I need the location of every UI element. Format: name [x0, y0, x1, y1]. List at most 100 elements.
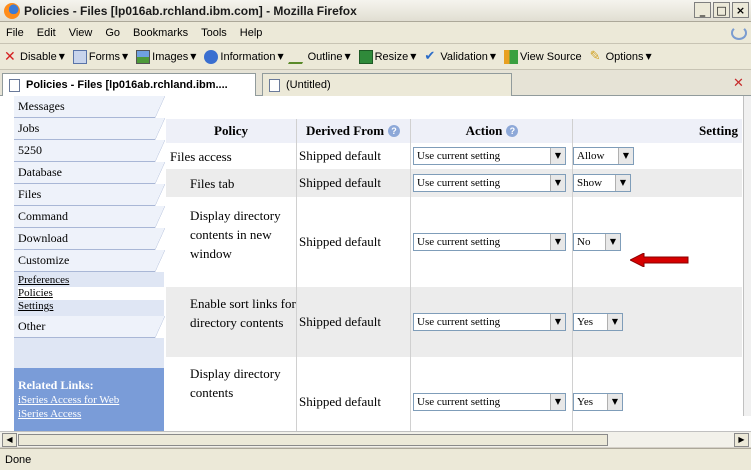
derived-from: Shipped default	[299, 394, 381, 409]
throbber-icon	[731, 26, 747, 40]
action-cell: Use current setting ▼	[413, 198, 571, 286]
setting-select[interactable]: Allow ▼	[573, 147, 634, 165]
menu-file[interactable]: File	[6, 27, 24, 39]
outline-button[interactable]: Outline ▼	[287, 49, 351, 64]
menu-edit[interactable]: Edit	[37, 27, 56, 39]
information-button[interactable]: Information ▼	[204, 49, 284, 64]
related-links: Related Links: iSeries Access for Web iS…	[14, 368, 164, 431]
nav-files[interactable]: Files	[14, 184, 165, 206]
derived-from: Shipped default	[299, 148, 381, 163]
scroll-right-arrow-icon[interactable]: ▶	[734, 433, 749, 447]
left-navigation: Messages Jobs 5250 Database Files Comman…	[14, 96, 165, 431]
setting-select[interactable]: No ▼	[573, 233, 621, 251]
disable-button[interactable]: ✕ Disable ▼	[4, 50, 65, 64]
action-value: Use current setting	[417, 236, 501, 248]
policy-name: Display directory contents	[190, 366, 281, 400]
forms-icon	[72, 49, 87, 64]
header-policy: Policy	[214, 123, 248, 138]
nav-jobs[interactable]: Jobs	[14, 118, 165, 140]
options-label: Options	[605, 50, 644, 63]
action-select[interactable]: Use current setting ▼	[413, 233, 566, 251]
nav-5250[interactable]: 5250	[14, 140, 165, 162]
menu-view[interactable]: View	[69, 27, 93, 39]
related-link-access[interactable]: iSeries Access	[18, 407, 160, 421]
policy-name: Enable sort links for directory contents	[190, 296, 296, 330]
minimize-button[interactable]: _	[694, 2, 711, 18]
view-source-label: View Source	[520, 50, 582, 63]
red-arrow-annotation	[630, 253, 689, 267]
disable-icon: ✕	[4, 48, 16, 65]
action-select[interactable]: Use current setting ▼	[413, 147, 566, 165]
column-divider	[296, 119, 297, 431]
validation-icon: ✔	[424, 48, 436, 64]
header-action: Action?	[413, 119, 571, 143]
scroll-left-arrow-icon[interactable]: ◀	[2, 433, 17, 447]
action-cell: Use current setting ▼	[413, 144, 571, 168]
options-icon: ✎	[589, 48, 601, 64]
setting-value: Yes	[577, 396, 594, 408]
forms-button[interactable]: Forms ▼	[72, 49, 128, 64]
tab-policies-files[interactable]: Policies - Files [lp016ab.rchland.ibm...…	[2, 73, 256, 96]
setting-value: Show	[577, 177, 603, 189]
action-value: Use current setting	[417, 150, 501, 162]
nav-database[interactable]: Database	[14, 162, 165, 184]
table-row: Files access Shipped default Use current…	[166, 144, 742, 168]
images-label: Images	[152, 50, 189, 63]
menu-help[interactable]: Help	[240, 27, 263, 39]
nav-other[interactable]: Other	[14, 316, 165, 338]
setting-cell: Show ▼	[573, 169, 742, 197]
table-row: Display directory contents Shipped defau…	[166, 358, 742, 431]
images-button[interactable]: Images ▼	[136, 49, 196, 64]
nav-download[interactable]: Download	[14, 228, 165, 250]
close-window-button[interactable]: ×	[732, 2, 749, 18]
validation-button[interactable]: ✔ Validation ▼	[424, 48, 496, 64]
setting-select[interactable]: Yes ▼	[573, 313, 623, 331]
menu-bookmarks[interactable]: Bookmarks	[133, 27, 188, 39]
header-setting: Setting	[699, 123, 738, 138]
nav-preferences-link[interactable]: Preferences	[18, 274, 164, 287]
disable-label: Disable	[20, 50, 57, 63]
vertical-scrollbar[interactable]	[743, 96, 751, 416]
web-developer-toolbar: ✕ Disable ▼ Forms ▼ Images ▼ Information ▼ O…	[0, 44, 751, 70]
options-button[interactable]: ✎ Options ▼	[589, 48, 652, 64]
action-value: Use current setting	[417, 177, 501, 189]
policy-name: Files access	[170, 148, 232, 164]
nav-settings-link[interactable]: Settings	[18, 300, 164, 313]
view-source-button[interactable]: View Source	[504, 49, 582, 64]
action-select[interactable]: Use current setting ▼	[413, 393, 566, 411]
setting-select[interactable]: Show ▼	[573, 174, 631, 192]
action-select[interactable]: Use current setting ▼	[413, 313, 566, 331]
horizontal-scrollbar[interactable]: ◀ ▶	[0, 431, 751, 447]
derived-from: Shipped default	[299, 314, 381, 329]
help-icon[interactable]: ?	[506, 125, 519, 137]
validation-label: Validation	[440, 50, 488, 63]
information-label: Information	[220, 50, 276, 63]
page-content: Messages Jobs 5250 Database Files Comman…	[0, 96, 751, 431]
dropdown-arrow-icon: ▼	[607, 394, 622, 410]
scroll-thumb[interactable]	[18, 434, 608, 446]
nav-messages[interactable]: Messages	[14, 96, 165, 118]
tab-label: Policies - Files [lp016ab.rchland.ibm...…	[26, 79, 228, 91]
setting-select[interactable]: Yes ▼	[573, 393, 623, 411]
related-links-header: Related Links:	[18, 378, 94, 392]
close-tab-icon[interactable]: ✕	[733, 76, 747, 91]
setting-cell: Yes ▼	[573, 358, 742, 431]
policy-name: Display directory contents in new window	[190, 208, 281, 261]
action-cell: Use current setting ▼	[413, 169, 571, 197]
action-select[interactable]: Use current setting ▼	[413, 174, 566, 192]
menu-tools[interactable]: Tools	[201, 27, 227, 39]
nav-command[interactable]: Command	[14, 206, 165, 228]
related-link-web[interactable]: iSeries Access for Web	[18, 393, 160, 407]
header-derived-label: Derived From	[305, 123, 385, 138]
tab-untitled[interactable]: (Untitled)	[262, 73, 512, 96]
title-bar: Policies - Files [lp016ab.rchland.ibm.co…	[0, 0, 751, 22]
resize-button[interactable]: Resize ▼	[358, 49, 416, 64]
help-icon[interactable]: ?	[388, 125, 401, 137]
nav-customize[interactable]: Customize	[14, 250, 165, 272]
action-cell: Use current setting ▼	[413, 287, 571, 357]
derived-from: Shipped default	[299, 234, 381, 249]
menu-go[interactable]: Go	[105, 27, 120, 39]
customize-submenu: Preferences Policies Settings	[14, 272, 164, 316]
maximize-button[interactable]: □	[713, 2, 730, 18]
nav-policies-link[interactable]: Policies	[18, 287, 164, 300]
